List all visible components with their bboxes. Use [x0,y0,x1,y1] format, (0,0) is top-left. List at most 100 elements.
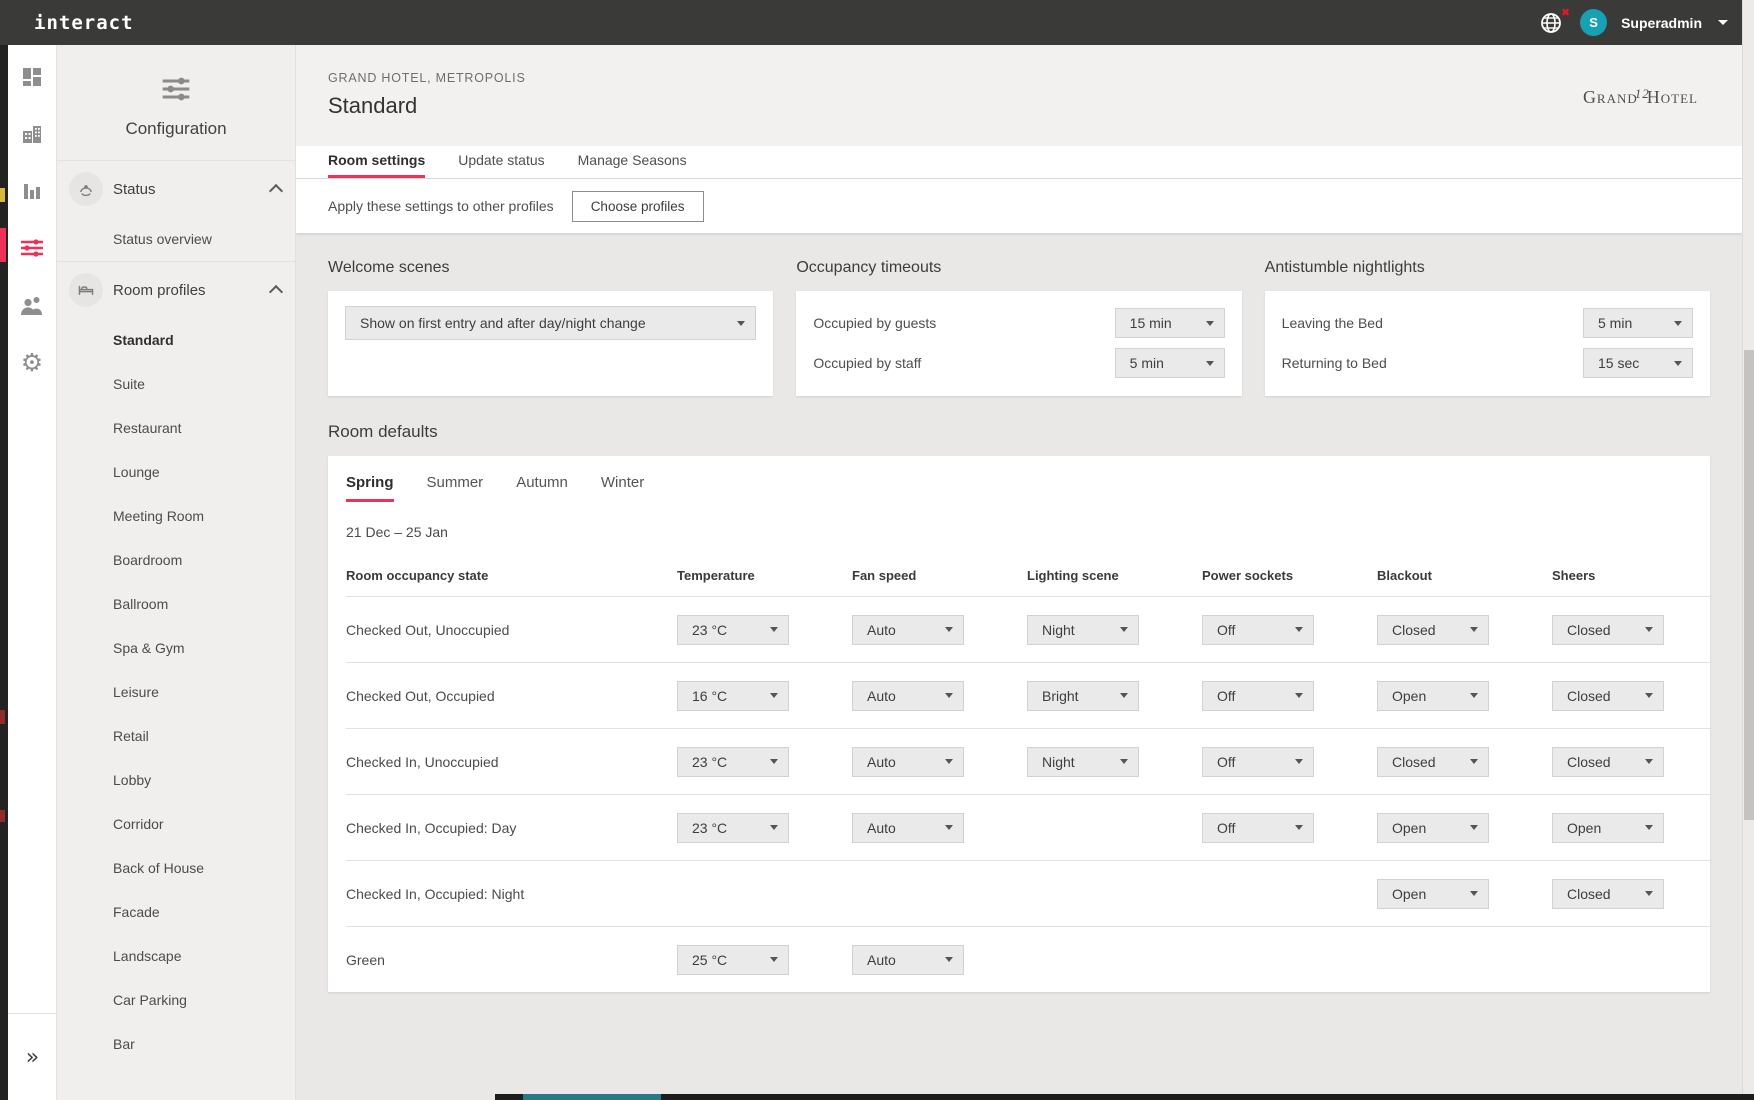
fan-speed-select[interactable]: Auto [852,681,964,711]
expand-rail-button[interactable]: » [8,1013,57,1100]
avatar[interactable]: S [1580,9,1607,36]
sidebar-item-suite[interactable]: Suite [57,362,295,406]
sidebar-item-lounge[interactable]: Lounge [57,450,295,494]
chevron-down-icon [1645,627,1653,632]
sidebar-item-landscape[interactable]: Landscape [57,934,295,978]
hotel-logo-mark: 12 [1635,86,1650,101]
hotel-logo: Grand12Hotel [1583,87,1698,108]
temperature-select[interactable]: 23 °C [677,813,789,843]
blackout-select[interactable]: Open [1377,879,1489,909]
chevron-up-icon[interactable] [269,285,283,299]
nav-item-configuration[interactable] [19,235,45,261]
occupancy-timeouts-section: Occupancy timeouts Occupied by guests 15… [796,259,1241,396]
bottom-screen-strip [495,1094,1754,1100]
sidebar-item-leisure[interactable]: Leisure [57,670,295,714]
fan-speed-select[interactable]: Auto [852,945,964,975]
sidebar-item-restaurant[interactable]: Restaurant [57,406,295,450]
sidebar-item-corridor[interactable]: Corridor [57,802,295,846]
user-name[interactable]: Superadmin [1621,15,1702,31]
tab-bar: Room settings Update status Manage Seaso… [296,146,1742,179]
chevron-down-icon [1206,321,1214,326]
temperature-select[interactable]: 23 °C [677,615,789,645]
chevron-down-icon [1470,759,1478,764]
sidebar-item-retail[interactable]: Retail [57,714,295,758]
sidebar-item-back-of-house[interactable]: Back of House [57,846,295,890]
choose-profiles-button[interactable]: Choose profiles [572,191,704,222]
nav-item-reports[interactable] [19,178,45,204]
chevron-up-icon[interactable] [269,184,283,198]
power-sockets-select[interactable]: Off [1202,615,1314,645]
chevron-down-icon [1674,361,1682,366]
power-sockets-select[interactable]: Off [1202,681,1314,711]
lighting-scene-select[interactable]: Night [1027,747,1139,777]
occupied-by-guests-select[interactable]: 15 min [1115,308,1225,338]
main-area: GRAND HOTEL, METROPOLIS Standard Grand12… [296,45,1742,1100]
returning-to-bed-select[interactable]: 15 sec [1583,348,1693,378]
sheers-select[interactable]: Closed [1552,747,1664,777]
notification-badge-icon: ✖ [1561,6,1570,19]
welcome-scene-select[interactable]: Show on first entry and after day/night … [345,306,756,340]
breadcrumb: GRAND HOTEL, METROPOLIS [328,71,1698,85]
sidebar-item-car-parking[interactable]: Car Parking [57,978,295,1022]
lighting-scene-select[interactable]: Night [1027,615,1139,645]
season-tab-spring[interactable]: Spring [346,474,394,502]
tab-manage-seasons[interactable]: Manage Seasons [578,146,687,178]
col-temperature: Temperature [677,568,852,583]
sidebar-section-room-profiles[interactable]: Room profiles [57,262,295,318]
tab-room-settings[interactable]: Room settings [328,146,425,178]
room-defaults-card: Spring Summer Autumn Winter 21 Dec – 25 … [328,456,1710,992]
nav-item-settings[interactable]: ⚙ [19,349,45,375]
power-sockets-select[interactable]: Off [1202,813,1314,843]
lighting-scene-select[interactable]: Bright [1027,681,1139,711]
season-tab-summer[interactable]: Summer [427,474,484,502]
language-globe-button[interactable]: ✖ [1536,8,1566,38]
nav-item-buildings[interactable] [19,121,45,147]
sheers-select[interactable]: Closed [1552,681,1664,711]
interact-logo: interact [34,12,134,34]
occupied-by-staff-select[interactable]: 5 min [1115,348,1225,378]
table-header: Room occupancy state Temperature Fan spe… [346,554,1710,596]
sidebar-item-status-overview[interactable]: Status overview [57,217,295,261]
sheers-select[interactable]: Closed [1552,615,1664,645]
season-tab-winter[interactable]: Winter [601,474,644,502]
temperature-select[interactable]: 25 °C [677,945,789,975]
tab-update-status[interactable]: Update status [458,146,544,178]
nav-rail: ⚙ » [8,45,57,1100]
active-nav-indicator [0,228,6,262]
table-row: Checked Out, Occupied 16 °C Auto Bright … [346,662,1710,728]
season-tab-autumn[interactable]: Autumn [516,474,568,502]
sidebar-item-meeting-room[interactable]: Meeting Room [57,494,295,538]
sidebar-section-status[interactable]: Status [57,161,295,217]
sidebar-item-lobby[interactable]: Lobby [57,758,295,802]
user-menu-caret-icon[interactable] [1718,20,1728,25]
temperature-select[interactable]: 23 °C [677,747,789,777]
sheers-select[interactable]: Closed [1552,879,1664,909]
blackout-select[interactable]: Closed [1377,615,1489,645]
antistumble-nightlights-section: Antistumble nightlights Leaving the Bed … [1265,259,1710,396]
sidebar-item-facade[interactable]: Facade [57,890,295,934]
col-fan-speed: Fan speed [852,568,1027,583]
sidebar-item-bar[interactable]: Bar [57,1022,295,1066]
blackout-select[interactable]: Open [1377,681,1489,711]
sidebar-item-boardroom[interactable]: Boardroom [57,538,295,582]
sidebar-item-ballroom[interactable]: Ballroom [57,582,295,626]
fan-speed-select[interactable]: Auto [852,813,964,843]
blackout-select[interactable]: Open [1377,813,1489,843]
leaving-the-bed-select[interactable]: 5 min [1583,308,1693,338]
fan-speed-select[interactable]: Auto [852,615,964,645]
nav-item-users[interactable] [19,292,45,318]
chevron-down-icon [1470,627,1478,632]
fan-speed-select[interactable]: Auto [852,747,964,777]
col-room-occupancy-state: Room occupancy state [346,568,677,583]
sidebar-item-spa-gym[interactable]: Spa & Gym [57,626,295,670]
room-defaults-title: Room defaults [328,422,1710,442]
sidebar-item-standard[interactable]: Standard [57,318,295,362]
temperature-select[interactable]: 16 °C [677,681,789,711]
scrollbar-thumb[interactable] [1744,350,1754,820]
returning-to-bed-label: Returning to Bed [1282,355,1387,371]
vertical-scrollbar[interactable] [1742,0,1754,1100]
blackout-select[interactable]: Closed [1377,747,1489,777]
power-sockets-select[interactable]: Off [1202,747,1314,777]
nav-item-dashboard[interactable] [19,64,45,90]
sheers-select[interactable]: Open [1552,813,1664,843]
